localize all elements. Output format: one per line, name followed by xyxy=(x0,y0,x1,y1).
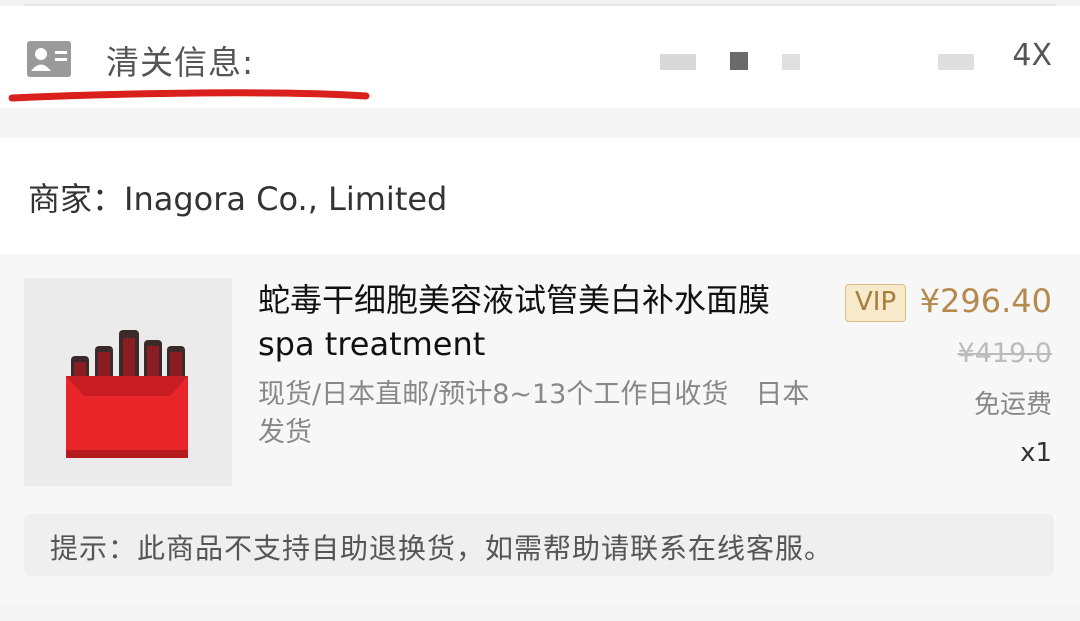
id-card-icon xyxy=(27,41,71,77)
product-card[interactable]: 蛇毒干细胞美容液试管美白补水面膜spa treatment 现货/日本直邮/预计… xyxy=(0,254,1080,604)
return-policy-notice: 提示：此商品不支持自助退换货，如需帮助请联系在线客服。 xyxy=(24,514,1054,576)
customs-id-suffix: 4X xyxy=(1012,38,1052,73)
product-image[interactable] xyxy=(24,278,232,486)
product-box-illustration xyxy=(66,330,188,458)
vip-badge: VIP xyxy=(845,284,907,322)
shipping-fee-label: 免运费 xyxy=(973,390,1052,420)
masked-id-block xyxy=(782,54,800,70)
quantity-label: x1 xyxy=(1020,438,1052,468)
customs-info-label: 清关信息: xyxy=(106,43,255,82)
notice-text: 提示：此商品不支持自助退换货，如需帮助请联系在线客服。 xyxy=(50,532,834,565)
original-price: ¥419.0 xyxy=(957,338,1052,369)
red-underline-annotation xyxy=(8,89,370,102)
vip-price: ¥296.40 xyxy=(919,282,1052,320)
masked-id-block xyxy=(938,54,974,70)
masked-id-block xyxy=(660,54,696,70)
merchant-name: 商家：Inagora Co., Limited xyxy=(28,180,448,218)
product-shipping-meta: 现货/日本直邮/预计8~13个工作日收货 日本发货 xyxy=(258,379,810,448)
masked-id-block xyxy=(730,52,748,70)
product-title[interactable]: 蛇毒干细胞美容液试管美白补水面膜spa treatment xyxy=(258,278,818,366)
bottom-divider xyxy=(0,604,1080,621)
merchant-row[interactable]: 商家：Inagora Co., Limited xyxy=(0,138,1080,254)
